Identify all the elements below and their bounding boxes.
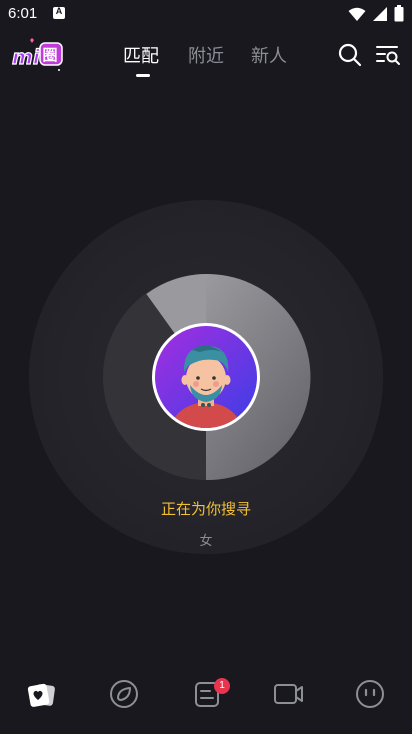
video-icon[interactable] (270, 676, 306, 712)
compass-icon[interactable] (106, 676, 142, 712)
searching-status: 正在为你搜寻 (160, 500, 251, 518)
face-icon[interactable] (352, 676, 388, 712)
cards-icon[interactable] (23, 676, 59, 712)
bottom-nav: 1 (0, 668, 412, 720)
radar-graphic (29, 200, 383, 554)
match-radar: 正在为你搜寻 女 (0, 0, 412, 734)
gender-label: 女 (199, 534, 213, 549)
messages-badge: 1 (214, 678, 230, 694)
